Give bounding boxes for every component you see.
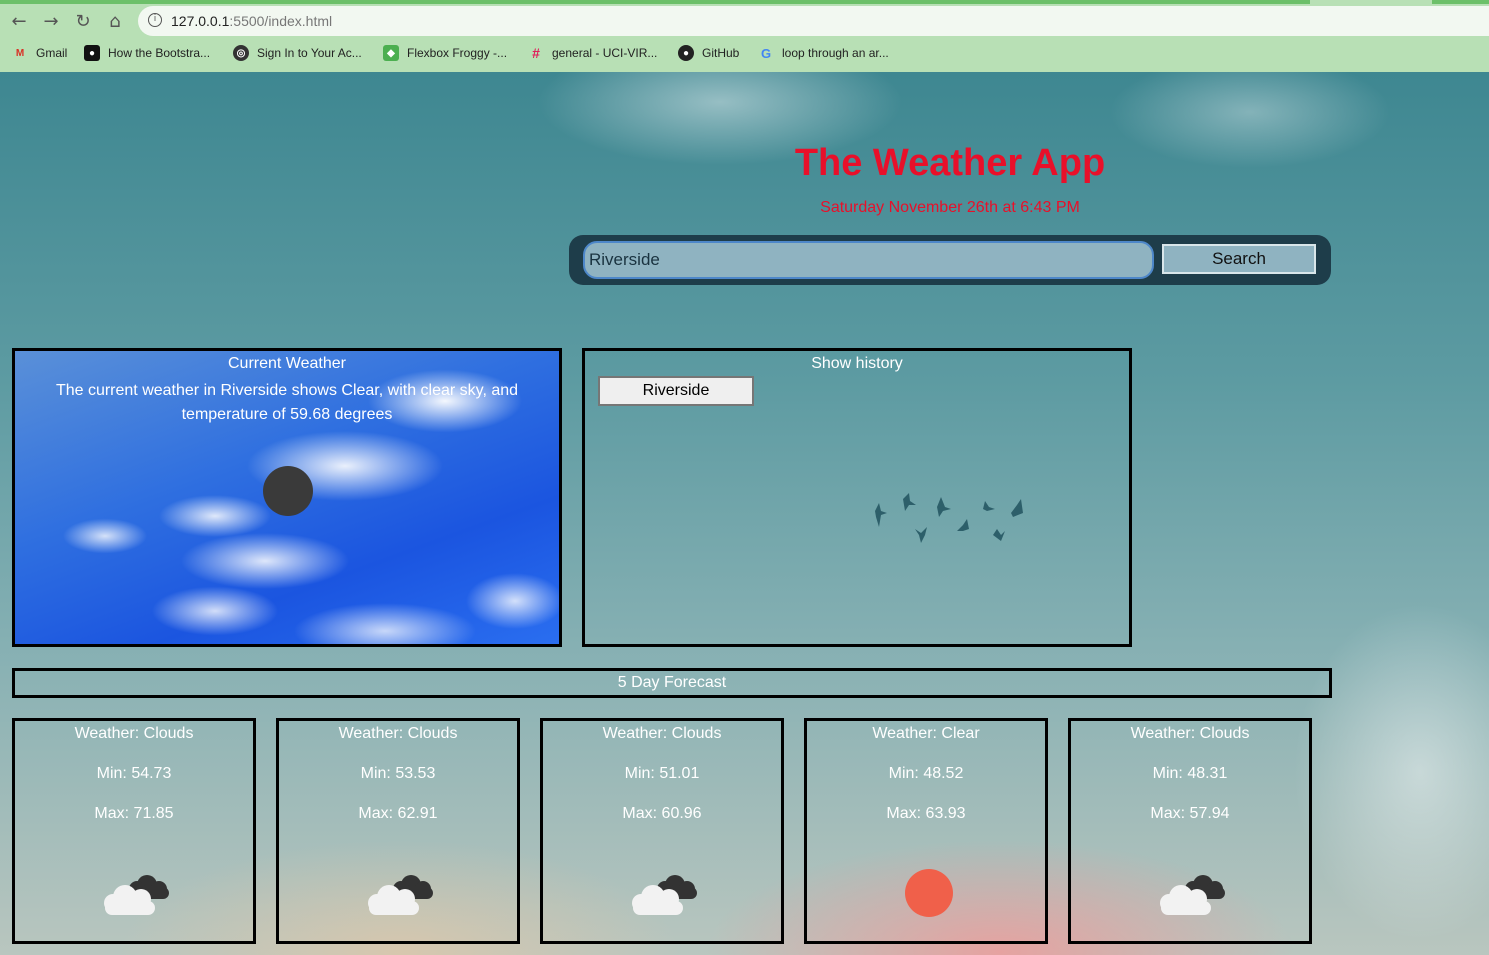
forecast-max: Max: 71.85	[94, 805, 174, 822]
bookmark-bootstrap[interactable]: ● How the Bootstra...	[84, 42, 210, 64]
forecast-weather: Weather: Clouds	[74, 725, 194, 742]
forecast-day-card: Weather: Clouds Min: 51.01 Max: 60.96	[540, 718, 784, 944]
bookmark-label: Flexbox Froggy -...	[407, 46, 508, 60]
app-title: The Weather App	[794, 142, 1106, 184]
forecast-min: Min: 48.31	[1152, 765, 1228, 782]
forward-arrow-icon[interactable]: →	[38, 8, 64, 34]
forecast-weather: Weather: Clouds	[602, 725, 722, 742]
bookmark-label: general - UCI-VIR...	[552, 46, 658, 60]
forecast-min: Min: 48.52	[888, 765, 964, 782]
forecast-min: Min: 53.53	[360, 765, 436, 782]
forecast-weather: Weather: Clouds	[338, 725, 458, 742]
reload-icon[interactable]: ↻	[70, 8, 96, 34]
bookmark-gmail[interactable]: M Gmail	[12, 42, 68, 64]
history-item-button[interactable]: Riverside	[598, 376, 754, 406]
birds-decoration-icon	[875, 493, 1023, 543]
search-history-card: Show history Riverside	[582, 348, 1132, 647]
history-title: Show history	[811, 355, 903, 372]
bookmark-label: loop through an ar...	[782, 46, 889, 60]
bookmark-label: GitHub	[702, 46, 740, 60]
address-bar[interactable]: i 127.0.0.1:5500/index.html	[138, 6, 1489, 36]
page-load-progress	[0, 0, 1310, 4]
search-button[interactable]: Search	[1162, 244, 1316, 274]
bookmark-google[interactable]: G loop through an ar...	[758, 42, 889, 64]
site-info-icon[interactable]: i	[148, 13, 162, 27]
google-icon: G	[760, 45, 772, 61]
clouds-icon	[632, 875, 697, 915]
forecast-min: Min: 54.73	[96, 765, 172, 782]
forecast-weather: Weather: Clear	[872, 725, 980, 742]
url-path: :5500/index.html	[229, 13, 333, 29]
home-icon[interactable]: ⌂	[102, 8, 128, 34]
globe-icon: ◎	[233, 45, 249, 61]
medium-icon: ●	[84, 45, 100, 61]
github-icon: ●	[678, 45, 694, 61]
frog-icon: ◆	[383, 45, 399, 61]
forecast-max: Max: 62.91	[358, 805, 438, 822]
forecast-heading: 5 Day Forecast	[12, 668, 1332, 698]
url-host: 127.0.0.1	[171, 13, 230, 29]
current-weather-description: The current weather in Riverside shows C…	[55, 382, 519, 423]
bookmark-sign-in[interactable]: ◎ Sign In to Your Ac...	[233, 42, 362, 64]
bookmark-flexbox-froggy[interactable]: ◆ Flexbox Froggy -...	[383, 42, 507, 64]
bookmark-label: Sign In to Your Ac...	[257, 46, 362, 60]
clouds-icon	[104, 875, 169, 915]
forecast-day-card: Weather: Clear Min: 48.52 Max: 63.93	[804, 718, 1048, 944]
weather-page: The Weather App Saturday November 26th a…	[0, 72, 1489, 955]
forecast-day-card: Weather: Clouds Min: 54.73 Max: 71.85	[12, 718, 256, 944]
current-weather-card: Current Weather The current weather in R…	[12, 348, 562, 647]
sun-icon	[905, 869, 953, 917]
forecast-weather: Weather: Clouds	[1130, 725, 1250, 742]
browser-chrome: ← → ↻ ⌂ i 127.0.0.1:5500/index.html M Gm…	[0, 0, 1489, 72]
city-search-input[interactable]	[583, 241, 1154, 279]
back-arrow-icon[interactable]: ←	[6, 8, 32, 34]
clouds-icon	[1160, 875, 1225, 915]
current-date: Saturday November 26th at 6:43 PM	[820, 199, 1080, 216]
clouds-icon	[368, 875, 433, 915]
current-weather-title: Current Weather	[228, 355, 346, 372]
slack-icon: #	[532, 45, 540, 61]
forecast-day-card: Weather: Clouds Min: 48.31 Max: 57.94	[1068, 718, 1312, 944]
search-form: Search	[569, 235, 1331, 285]
moon-icon	[263, 466, 313, 516]
bookmark-github[interactable]: ● GitHub	[678, 42, 739, 64]
bookmark-label: How the Bootstra...	[108, 46, 211, 60]
bookmark-label: Gmail	[36, 46, 68, 60]
url-text[interactable]: 127.0.0.1:5500/index.html	[171, 13, 332, 29]
forecast-max: Max: 60.96	[622, 805, 702, 822]
forecast-max: Max: 63.93	[886, 805, 966, 822]
forecast-min: Min: 51.01	[624, 765, 700, 782]
page-load-progress-end	[1432, 0, 1489, 4]
forecast-day-card: Weather: Clouds Min: 53.53 Max: 62.91	[276, 718, 520, 944]
bookmarks-bar: M Gmail ● How the Bootstra... ◎ Sign In …	[0, 42, 1489, 64]
gmail-icon: M	[15, 47, 25, 59]
bookmark-slack[interactable]: # general - UCI-VIR...	[528, 42, 657, 64]
forecast-max: Max: 57.94	[1150, 805, 1230, 822]
